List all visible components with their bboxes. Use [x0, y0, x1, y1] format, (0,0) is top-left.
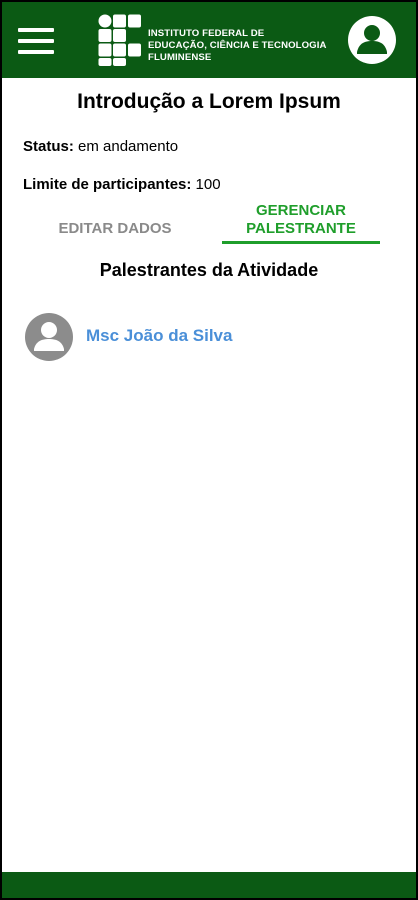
institution-name-line: FLUMINENSE	[148, 52, 212, 63]
active-tab-indicator	[222, 241, 380, 244]
tab-manage-speaker[interactable]: GERENCIAR PALESTRANTE	[222, 202, 380, 238]
participant-limit-row: Limite de participantes: 100	[23, 176, 221, 193]
speakers-section-title: Palestrantes da Atividade	[99, 260, 319, 280]
institution-name: INSTITUTO FEDERAL DE EDUCAÇÃO, CIÊNCIA E…	[148, 28, 327, 64]
tab-manage-speaker-line: GERENCIAR	[255, 202, 346, 219]
app-frame: INSTITUTO FEDERAL DE EDUCAÇÃO, CIÊNCIA E…	[0, 0, 418, 900]
user-avatar-icon	[25, 313, 73, 361]
participant-limit-value: 100	[195, 176, 221, 193]
tab-edit-data[interactable]: EDITAR DADOS	[30, 220, 200, 238]
participant-limit-label: Limite de participantes:	[23, 176, 192, 193]
status-label: Status:	[23, 138, 74, 155]
institution-name-line: INSTITUTO FEDERAL DE	[148, 28, 265, 39]
speaker-list-item[interactable]: Msc João da Silva	[24, 310, 384, 362]
status-value: em andamento	[78, 138, 179, 155]
app-footer	[2, 872, 416, 898]
status-row: Status: em andamento	[23, 138, 178, 155]
page-title: Introdução a Lorem Ipsum	[77, 90, 341, 113]
tab-manage-speaker-line: PALESTRANTE	[246, 220, 356, 237]
app-header: INSTITUTO FEDERAL DE EDUCAÇÃO, CIÊNCIA E…	[2, 2, 416, 78]
speaker-name-link[interactable]: Msc João da Silva	[86, 326, 232, 346]
hamburger-line	[18, 28, 54, 32]
menu-button[interactable]	[18, 26, 56, 56]
hamburger-line	[18, 50, 54, 54]
institution-logo-icon	[98, 14, 141, 66]
user-account-icon[interactable]	[348, 16, 396, 64]
institution-name-line: EDUCAÇÃO, CIÊNCIA E TECNOLOGIA	[148, 40, 327, 51]
hamburger-line	[18, 39, 54, 43]
